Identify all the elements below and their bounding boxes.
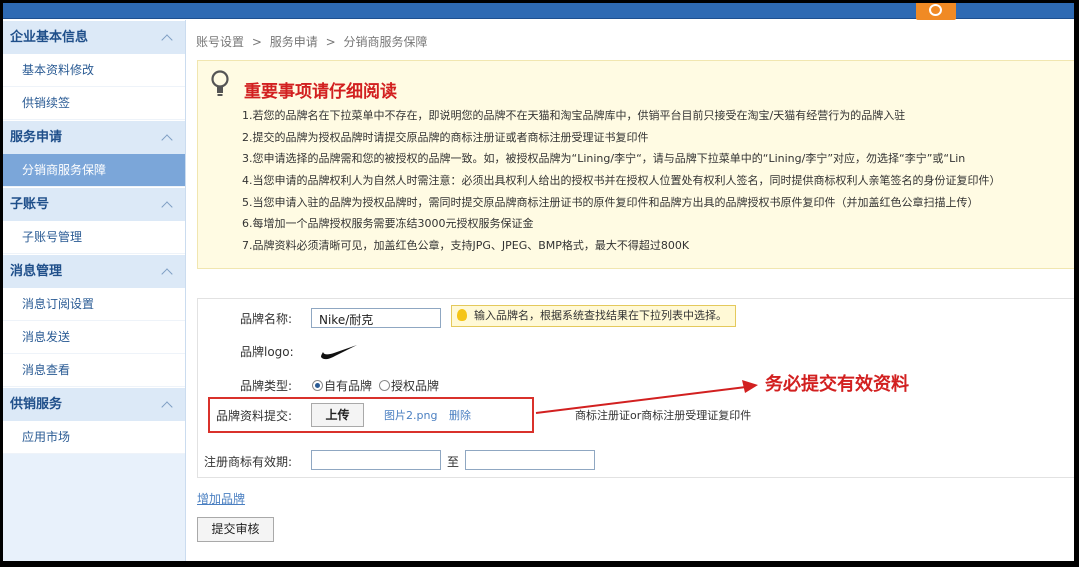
brand-name-label: 品牌名称: (240, 312, 293, 326)
chevron-up-icon[interactable] (161, 201, 173, 213)
sidebar-item-basic-info-edit[interactable]: 基本资料修改 (3, 54, 185, 87)
notice-item: 1.若您的品牌名在下拉菜单中不存在，即说明您的品牌不在天猫和淘宝品牌库中，供销平… (242, 109, 906, 122)
sidebar-item-message-send[interactable]: 消息发送 (3, 321, 185, 354)
sidebar-item-supply-renewal[interactable]: 供销续签 (3, 87, 185, 120)
breadcrumb-separator: > (251, 35, 262, 49)
uploaded-file-link[interactable]: 图片2.png (384, 407, 437, 423)
lightbulb-icon (211, 70, 229, 96)
brand-type-authorized-radio[interactable] (379, 380, 390, 391)
chevron-up-icon[interactable] (161, 34, 173, 46)
brand-type-label: 品牌类型: (240, 379, 293, 393)
brand-type-own-label[interactable]: 自有品牌 (324, 377, 372, 394)
chevron-up-icon[interactable] (161, 134, 173, 146)
sidebar-section-label: 企业基本信息 (10, 30, 89, 45)
validity-end-input[interactable] (465, 450, 595, 470)
sidebar-section-company-info[interactable]: 企业基本信息 (3, 20, 185, 54)
sidebar-section-supply-service[interactable]: 供销服务 (3, 387, 185, 421)
breadcrumb-item: 分销商服务保障 (343, 35, 428, 49)
annotation-arrow (535, 380, 758, 414)
notice-panel: 重要事项请仔细阅读 1.若您的品牌名在下拉菜单中不存在，即说明您的品牌不在天猫和… (197, 60, 1074, 269)
chevron-up-icon[interactable] (161, 268, 173, 280)
sidebar-item-sub-account-manage[interactable]: 子账号管理 (3, 221, 185, 254)
sidebar-item-message-view[interactable]: 消息查看 (3, 354, 185, 387)
submit-review-button[interactable]: 提交审核 (197, 517, 274, 542)
notice-list: 1.若您的品牌名在下拉菜单中不存在，即说明您的品牌不在天猫和淘宝品牌库中，供销平… (242, 105, 1001, 257)
brand-type-authorized-label[interactable]: 授权品牌 (391, 377, 439, 394)
notice-item: 7.品牌资料必须清晰可见，加盖红色公章，支持JPG、JPEG、BMP格式，最大不… (242, 239, 690, 253)
material-label: 品牌资料提交: (216, 409, 293, 423)
breadcrumb-separator: > (325, 35, 336, 49)
breadcrumb: 账号设置 > 服务申请 > 分销商服务保障 (196, 33, 431, 50)
validity-label: 注册商标有效期: (204, 455, 293, 469)
sidebar-section-label: 服务申请 (10, 130, 63, 145)
brand-logo-label: 品牌logo: (240, 345, 294, 359)
validity-to-label: 至 (447, 455, 460, 469)
notice-item: 2.提交的品牌为授权品牌时请提交原品牌的商标注册证或者商标注册受理证书复印件 (242, 130, 649, 144)
sidebar-item-message-subscribe[interactable]: 消息订阅设置 (3, 288, 185, 321)
delete-link[interactable]: 删除 (449, 407, 471, 423)
nike-logo (321, 345, 357, 360)
sidebar-section-sub-account[interactable]: 子账号 (3, 187, 185, 221)
brand-name-input[interactable]: Nike/耐克 (311, 308, 441, 328)
alarm-clock-icon[interactable] (916, 3, 956, 20)
chevron-up-icon[interactable] (161, 401, 173, 413)
sidebar-item-distributor-guarantee[interactable]: 分销商服务保障 (3, 154, 185, 187)
window-frame: 企业基本信息 基本资料修改 供销续签 服务申请 分销商服务保障 子账号 子账号管… (3, 3, 1074, 561)
lightbulb-icon (457, 309, 467, 321)
notice-item: 5.当您申请入驻的品牌为授权品牌时，需同时提交原品牌商标注册证书的原件复印件和品… (242, 195, 979, 209)
top-bar (3, 3, 1074, 20)
sidebar-item-app-market[interactable]: 应用市场 (3, 421, 185, 454)
sidebar-section-label: 供销服务 (10, 397, 63, 412)
brand-name-hint: 输入品牌名，根据系统查找结果在下拉列表中选择。 (451, 305, 736, 327)
sidebar-section-message[interactable]: 消息管理 (3, 254, 185, 288)
sidebar: 企业基本信息 基本资料修改 供销续签 服务申请 分销商服务保障 子账号 子账号管… (3, 20, 186, 561)
notice-title: 重要事项请仔细阅读 (244, 82, 397, 102)
main-content: 账号设置 > 服务申请 > 分销商服务保障 重要事项请仔细阅读 1.若您的品牌名… (196, 20, 1074, 561)
notice-item: 3.您申请选择的品牌需和您的被授权的品牌一致。如，被授权品牌为“Lining/李… (242, 152, 966, 166)
breadcrumb-item[interactable]: 账号设置 (196, 35, 244, 49)
sidebar-section-service-apply[interactable]: 服务申请 (3, 120, 185, 154)
add-brand-link[interactable]: 增加品牌 (197, 490, 245, 507)
notice-item: 4.当您申请的品牌权利人为自然人时需注意：必须出具权利人给出的授权书并在授权人位… (242, 174, 1001, 188)
annotation-text: 务必提交有效资料 (765, 374, 909, 395)
sidebar-section-label: 消息管理 (10, 264, 63, 279)
notice-item: 6.每增加一个品牌授权服务需要冻结3000元授权服务保证金 (242, 217, 534, 231)
brand-name-hint-text: 输入品牌名，根据系统查找结果在下拉列表中选择。 (474, 309, 727, 322)
upload-button[interactable]: 上传 (311, 403, 364, 427)
sidebar-section-label: 子账号 (10, 197, 50, 212)
breadcrumb-item[interactable]: 服务申请 (270, 35, 318, 49)
brand-type-own-radio[interactable] (312, 380, 323, 391)
validity-start-input[interactable] (311, 450, 441, 470)
